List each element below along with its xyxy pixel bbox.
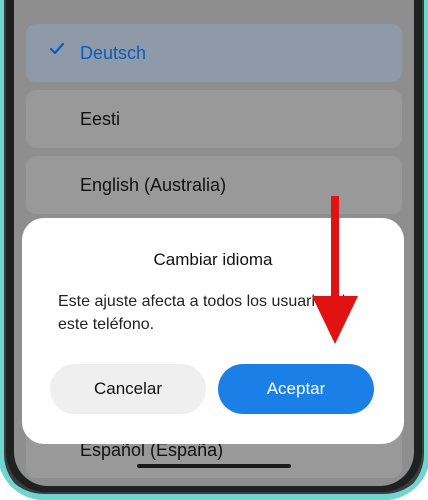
home-indicator[interactable] (137, 464, 291, 468)
cancel-button[interactable]: Cancelar (50, 364, 206, 414)
red-arrow-down-icon (312, 196, 358, 344)
checkmark-icon (50, 42, 64, 55)
language-label: Eesti (80, 108, 121, 129)
language-label: Deutsch (80, 42, 147, 63)
accept-button[interactable]: Aceptar (218, 364, 374, 414)
language-item-deutsch[interactable]: Deutsch (26, 24, 402, 82)
language-item-eesti[interactable]: Eesti (26, 90, 402, 148)
language-label: English (Australia) (80, 174, 227, 195)
